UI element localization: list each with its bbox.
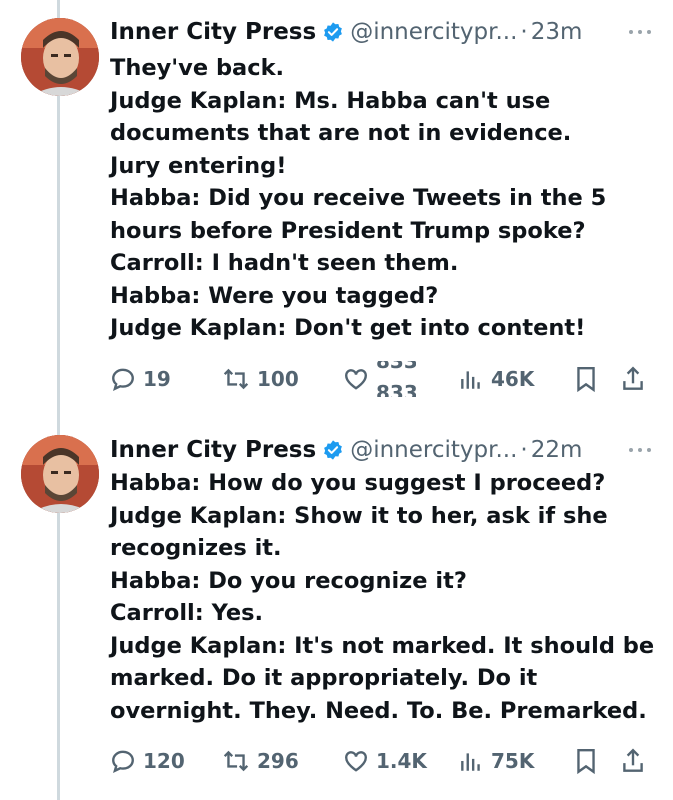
- like-button[interactable]: 1.4K: [343, 748, 427, 774]
- views-icon: [461, 371, 480, 389]
- separator-dot: ·: [520, 437, 528, 463]
- more-dots-icon[interactable]: [627, 14, 653, 50]
- like-button[interactable]: 833 833: [343, 361, 416, 397]
- reply-button[interactable]: 120: [110, 748, 185, 774]
- reply-count: 120: [143, 749, 185, 773]
- retweet-icon: [223, 368, 249, 390]
- verified-badge-icon: [324, 440, 343, 460]
- views-count: 75K: [491, 749, 535, 773]
- retweet-count: 296: [257, 749, 299, 773]
- reply-icon: [112, 750, 134, 773]
- tweet-text-line: Judge Kaplan: It's not marked. It should…: [110, 632, 655, 659]
- author-handle[interactable]: @innercitypr...: [350, 19, 517, 45]
- bookmark-button[interactable]: [573, 365, 599, 393]
- share-icon: [623, 366, 643, 390]
- avatar[interactable]: [21, 435, 99, 513]
- tweet-text-line: hours before President Trump spoke?: [110, 217, 586, 244]
- tweet-text-line: Habba: Do you recognize it?: [110, 567, 467, 594]
- tweet-actions: 19 100 833 833 46K: [110, 361, 655, 397]
- tweet-text-line: They've back.: [110, 55, 285, 81]
- bookmark-button[interactable]: [573, 747, 599, 775]
- bookmark-icon: [577, 367, 595, 393]
- tweet-actions: 120 296 1.4K 75K: [110, 743, 655, 779]
- tweet-text-line: documents that are not in evidence.: [110, 120, 572, 146]
- heart-icon: [345, 369, 367, 390]
- separator-dot: ·: [520, 19, 528, 45]
- retweet-button[interactable]: 100: [222, 366, 299, 392]
- like-count-incoming: 833: [376, 381, 416, 397]
- tweet-1[interactable]: Inner City Press @innercitypr... · 23m T…: [0, 0, 673, 410]
- tweet-text-line: Habba: Did you receive Tweets in the 5: [110, 185, 607, 211]
- tweet-text-line: recognizes it.: [110, 535, 282, 561]
- tweet-text-line: Judge Kaplan: Ms. Habba can't use: [110, 87, 551, 114]
- tweet-header: Inner City Press @innercitypr... · 22m: [110, 432, 653, 468]
- timestamp[interactable]: 23m: [531, 19, 583, 45]
- views-icon: [461, 753, 480, 771]
- avatar[interactable]: [21, 18, 99, 96]
- tweet-text-line: Judge Kaplan: Show it to her, ask if she: [110, 502, 608, 529]
- tweet-header: Inner City Press @innercitypr... · 23m: [110, 14, 653, 50]
- views-button[interactable]: 46K: [458, 366, 534, 392]
- bookmark-icon: [577, 749, 595, 775]
- author-name[interactable]: Inner City Press: [110, 437, 316, 463]
- like-count: 1.4K: [376, 749, 427, 773]
- like-count-rolling: 833 833: [376, 361, 416, 397]
- tweet-text-line: marked. Do it appropriately. Do it: [110, 665, 538, 691]
- author-name[interactable]: Inner City Press: [110, 19, 316, 45]
- tweet-text-line: Carroll: I hadn't seen them.: [110, 250, 459, 276]
- tweet-text-line: Carroll: Yes.: [110, 600, 264, 626]
- retweet-button[interactable]: 296: [222, 748, 299, 774]
- heart-icon: [345, 751, 367, 772]
- share-icon: [623, 748, 643, 772]
- retweet-icon: [223, 750, 249, 772]
- verified-badge-icon: [324, 22, 343, 42]
- tweet-2[interactable]: Inner City Press @innercitypr... · 22m H…: [0, 410, 673, 800]
- retweet-count: 100: [257, 367, 299, 391]
- share-button[interactable]: [620, 365, 646, 393]
- author-handle[interactable]: @innercitypr...: [350, 437, 517, 463]
- tweet-text-line: Judge Kaplan: Don't get into content!: [110, 315, 586, 341]
- reply-button[interactable]: 19: [110, 366, 171, 392]
- reply-count: 19: [143, 367, 171, 391]
- timestamp[interactable]: 22m: [531, 437, 583, 463]
- tweet-text-line: overnight. They. Need. To. Be. Premarked…: [110, 697, 647, 724]
- views-count: 46K: [491, 367, 535, 391]
- tweet-text-line: Jury entering!: [110, 152, 287, 179]
- share-button[interactable]: [620, 747, 646, 775]
- tweet-text-line: Habba: Were you tagged?: [110, 282, 439, 309]
- reply-icon: [112, 368, 134, 391]
- tweet-text: They've back. Judge Kaplan: Ms. Habba ca…: [110, 52, 659, 345]
- tweet-text: Habba: How do you suggest I proceed? Jud…: [110, 467, 659, 727]
- tweet-text-line: Habba: How do you suggest I proceed?: [110, 470, 606, 496]
- like-count-outgoing: 833: [376, 361, 416, 373]
- more-dots-icon[interactable]: [627, 432, 653, 468]
- views-button[interactable]: 75K: [458, 748, 534, 774]
